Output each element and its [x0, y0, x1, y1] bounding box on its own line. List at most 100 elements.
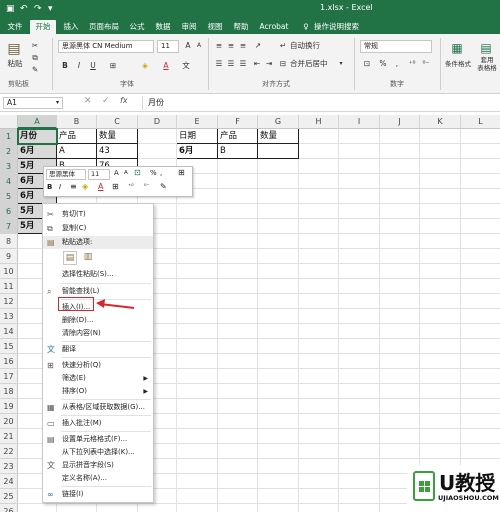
- cell-i23[interactable]: [339, 459, 380, 474]
- row-header-6[interactable]: 6: [0, 204, 18, 219]
- cell-e24[interactable]: [177, 474, 218, 489]
- menu-item-paste-special[interactable]: 选择性粘贴(S)...: [43, 268, 153, 281]
- row-header-1[interactable]: 1: [0, 129, 18, 144]
- format-painter-icon[interactable]: ✎: [30, 64, 40, 76]
- mini-bold-button[interactable]: B: [47, 183, 52, 191]
- cell-g26[interactable]: [258, 504, 299, 512]
- cell-h7[interactable]: [299, 219, 339, 234]
- cell-c26[interactable]: [97, 504, 138, 512]
- menu-item-cut[interactable]: ✂ 剪切(T): [43, 208, 153, 221]
- cell-l21[interactable]: [461, 429, 500, 444]
- cell-h11[interactable]: [299, 279, 339, 294]
- cell-i9[interactable]: [339, 249, 380, 264]
- cell-g25[interactable]: [258, 489, 299, 504]
- cell-h13[interactable]: [299, 309, 339, 324]
- cell-g15[interactable]: [258, 339, 299, 354]
- cell-g24[interactable]: [258, 474, 299, 489]
- cell-k20[interactable]: [420, 414, 461, 429]
- cell-h15[interactable]: [299, 339, 339, 354]
- column-header-i[interactable]: I: [339, 115, 380, 129]
- row-header-24[interactable]: 24: [0, 474, 18, 489]
- cell-j3[interactable]: [380, 159, 420, 174]
- cell-l8[interactable]: [461, 234, 500, 249]
- cell-h14[interactable]: [299, 324, 339, 339]
- mini-decrease-font-icon[interactable]: A: [124, 170, 128, 176]
- increase-decimal-icon[interactable]: ⁺⁰: [406, 58, 418, 70]
- cell-j2[interactable]: [380, 144, 420, 159]
- column-header-h[interactable]: H: [299, 115, 339, 129]
- cell-i25[interactable]: [339, 489, 380, 504]
- cell-h10[interactable]: [299, 264, 339, 279]
- cell-h6[interactable]: [299, 204, 339, 219]
- name-box-dropdown-icon[interactable]: ▾: [56, 97, 59, 109]
- mini-format-table-icon[interactable]: ⊞: [178, 168, 185, 177]
- cell-j17[interactable]: [380, 369, 420, 384]
- tab-help[interactable]: 帮助: [230, 20, 252, 34]
- cell-j21[interactable]: [380, 429, 420, 444]
- tab-data[interactable]: 数据: [152, 20, 174, 34]
- cell-h25[interactable]: [299, 489, 339, 504]
- cell-i17[interactable]: [339, 369, 380, 384]
- cell-f1[interactable]: 产品: [218, 129, 258, 144]
- cell-f16[interactable]: [218, 354, 258, 369]
- cell-e11[interactable]: [177, 279, 218, 294]
- cell-i7[interactable]: [339, 219, 380, 234]
- cell-i15[interactable]: [339, 339, 380, 354]
- cell-f3[interactable]: [218, 159, 258, 174]
- menu-item-filter[interactable]: 筛选(E) ▶: [43, 372, 153, 385]
- cell-i11[interactable]: [339, 279, 380, 294]
- cell-g6[interactable]: [258, 204, 299, 219]
- cell-e8[interactable]: [177, 234, 218, 249]
- row-header-18[interactable]: 18: [0, 384, 18, 399]
- cell-e26[interactable]: [177, 504, 218, 512]
- mini-font-size-box[interactable]: 11: [88, 169, 110, 180]
- cell-j5[interactable]: [380, 189, 420, 204]
- cell-j19[interactable]: [380, 399, 420, 414]
- cell-l22[interactable]: [461, 444, 500, 459]
- cell-h20[interactable]: [299, 414, 339, 429]
- wrap-text-icon[interactable]: ↵: [278, 40, 288, 52]
- comma-button[interactable]: ,: [392, 58, 402, 70]
- tab-page-layout[interactable]: 页面布局: [86, 20, 122, 34]
- cell-g5[interactable]: [258, 189, 299, 204]
- cell-i4[interactable]: [339, 174, 380, 189]
- cut-icon[interactable]: ✂: [30, 40, 40, 52]
- cell-f24[interactable]: [218, 474, 258, 489]
- bold-button[interactable]: B: [60, 60, 70, 72]
- cell-g14[interactable]: [258, 324, 299, 339]
- tab-acrobat[interactable]: Acrobat: [256, 20, 292, 34]
- align-bottom-icon[interactable]: ≡: [238, 40, 248, 52]
- name-box[interactable]: A1: [3, 97, 63, 109]
- cell-f14[interactable]: [218, 324, 258, 339]
- cell-j8[interactable]: [380, 234, 420, 249]
- row-header-23[interactable]: 23: [0, 459, 18, 474]
- cell-g8[interactable]: [258, 234, 299, 249]
- cell-j12[interactable]: [380, 294, 420, 309]
- wrap-text-button[interactable]: 自动换行: [290, 40, 332, 52]
- cell-i20[interactable]: [339, 414, 380, 429]
- cell-g13[interactable]: [258, 309, 299, 324]
- menu-item-pick-from-list[interactable]: 从下拉列表中选择(K)...: [43, 446, 153, 459]
- cell-g4[interactable]: [258, 174, 299, 189]
- cell-i5[interactable]: [339, 189, 380, 204]
- mini-font-name-box[interactable]: 思源黑体: [46, 169, 86, 180]
- cell-i10[interactable]: [339, 264, 380, 279]
- cell-e13[interactable]: [177, 309, 218, 324]
- cell-h18[interactable]: [299, 384, 339, 399]
- copy-icon[interactable]: ⧉: [30, 52, 40, 64]
- cell-j1[interactable]: [380, 129, 420, 144]
- percent-button[interactable]: %: [378, 58, 388, 70]
- tab-home[interactable]: 开始: [30, 20, 56, 34]
- cell-k19[interactable]: [420, 399, 461, 414]
- cell-h1[interactable]: [299, 129, 339, 144]
- cell-j13[interactable]: [380, 309, 420, 324]
- row-header-12[interactable]: 12: [0, 294, 18, 309]
- menu-item-format-cells[interactable]: ▤ 设置单元格格式(F)...: [43, 433, 153, 446]
- conditional-format-button[interactable]: 条件格式: [444, 58, 472, 70]
- cell-l11[interactable]: [461, 279, 500, 294]
- row-header-8[interactable]: 8: [0, 234, 18, 249]
- cell-l13[interactable]: [461, 309, 500, 324]
- cell-k6[interactable]: [420, 204, 461, 219]
- cell-e15[interactable]: [177, 339, 218, 354]
- cell-j14[interactable]: [380, 324, 420, 339]
